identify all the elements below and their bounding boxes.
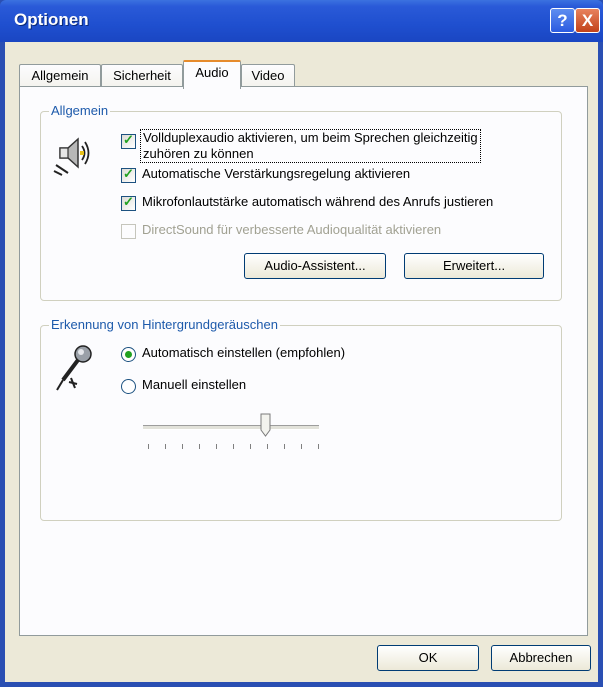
options-dialog: Optionen ? X Allgemein Sicherheit Audio …: [0, 0, 603, 687]
full-duplex-label[interactable]: Vollduplexaudio aktivieren, um beim Spre…: [140, 129, 481, 163]
checkmark-icon: ✓: [123, 132, 134, 147]
slider-tick: [284, 444, 285, 449]
close-button[interactable]: X: [575, 8, 600, 33]
auto-gain-checkbox[interactable]: ✓: [121, 166, 136, 183]
slider-tick: [199, 444, 200, 449]
slider-tick: [182, 444, 183, 449]
manual-noise-label[interactable]: Manuell einstellen: [142, 377, 246, 392]
slider-tick: [148, 444, 149, 449]
window-title: Optionen: [14, 10, 89, 29]
auto-noise-label[interactable]: Automatisch einstellen (empfohlen): [142, 345, 345, 360]
slider-tick: [267, 444, 268, 449]
cancel-button[interactable]: Abbrechen: [491, 645, 591, 671]
noise-group-label: Erkennung von Hintergrundgeräuschen: [49, 317, 280, 332]
mic-volume-checkbox[interactable]: ✓: [121, 194, 136, 211]
checkmark-icon: ✓: [123, 166, 134, 181]
general-group-label: Allgemein: [49, 103, 111, 118]
slider-tick: [233, 444, 234, 449]
tab-video[interactable]: Video: [241, 64, 295, 87]
dialog-body: Allgemein Sicherheit Audio Video Allgeme…: [5, 42, 598, 682]
auto-gain-label[interactable]: Automatische Verstärkungsregelung aktivi…: [142, 166, 410, 181]
advanced-button[interactable]: Erweitert...: [404, 253, 544, 279]
radio-dot-icon: [125, 351, 132, 358]
directsound-checkbox: [121, 224, 136, 239]
tab-sicherheit[interactable]: Sicherheit: [101, 64, 183, 87]
full-duplex-label-line1: Vollduplexaudio aktivieren, um beim Spre…: [143, 130, 478, 145]
slider-ticks: [148, 444, 319, 450]
manual-noise-radio[interactable]: [121, 379, 136, 394]
slider-thumb[interactable]: [260, 413, 271, 437]
full-duplex-label-line2: zuhören zu können: [143, 146, 254, 161]
slider-track[interactable]: [143, 425, 319, 430]
speaker-icon: [50, 131, 96, 177]
full-duplex-checkbox[interactable]: ✓: [121, 132, 136, 149]
tab-audio[interactable]: Audio: [183, 60, 241, 89]
mic-volume-label[interactable]: Mikrofonlautstärke automatisch während d…: [142, 194, 493, 209]
slider-tick: [318, 444, 319, 449]
slider-tick: [250, 444, 251, 449]
title-bar[interactable]: Optionen ? X: [0, 0, 603, 42]
checkmark-icon: ✓: [123, 194, 134, 209]
directsound-label: DirectSound für verbesserte Audioqualitä…: [142, 222, 442, 237]
tab-allgemein[interactable]: Allgemein: [19, 64, 101, 87]
audio-assistant-button[interactable]: Audio-Assistent...: [244, 253, 386, 279]
slider-tick: [216, 444, 217, 449]
audio-tab-panel: Allgemein ✓ Vollduplexaudio aktivieren, …: [19, 86, 588, 636]
microphone-icon: [53, 342, 97, 392]
slider-tick: [165, 444, 166, 449]
auto-noise-radio[interactable]: [121, 347, 136, 362]
help-button[interactable]: ?: [550, 8, 575, 33]
slider-tick: [301, 444, 302, 449]
ok-button[interactable]: OK: [377, 645, 479, 671]
